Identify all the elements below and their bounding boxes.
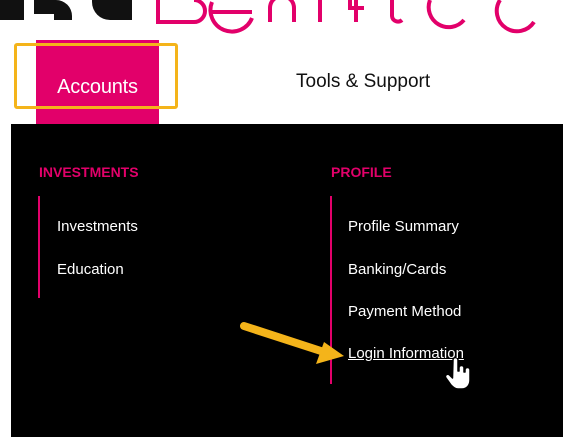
investments-column-title: INVESTMENTS	[39, 164, 139, 180]
accounts-dropdown-menu: INVESTMENTS Investments Education PROFIL…	[11, 124, 563, 437]
accounts-highlight-box	[14, 43, 178, 109]
investments-column-divider	[38, 196, 40, 298]
tab-tools-support[interactable]: Tools & Support	[296, 71, 496, 101]
main-nav: Accounts Tools & Support	[0, 36, 563, 124]
annotation-arrow-icon	[240, 322, 344, 364]
menu-item-profile-summary[interactable]: Profile Summary	[348, 218, 459, 235]
brand-logo	[0, 0, 563, 36]
menu-item-payment-method[interactable]: Payment Method	[348, 303, 461, 320]
menu-item-investments[interactable]: Investments	[57, 218, 138, 235]
hand-cursor-icon	[445, 358, 471, 390]
menu-item-banking-cards[interactable]: Banking/Cards	[348, 261, 446, 278]
menu-item-education[interactable]: Education	[57, 261, 124, 278]
brand-logo-graphic	[0, 0, 536, 34]
profile-column-title: PROFILE	[331, 164, 392, 180]
